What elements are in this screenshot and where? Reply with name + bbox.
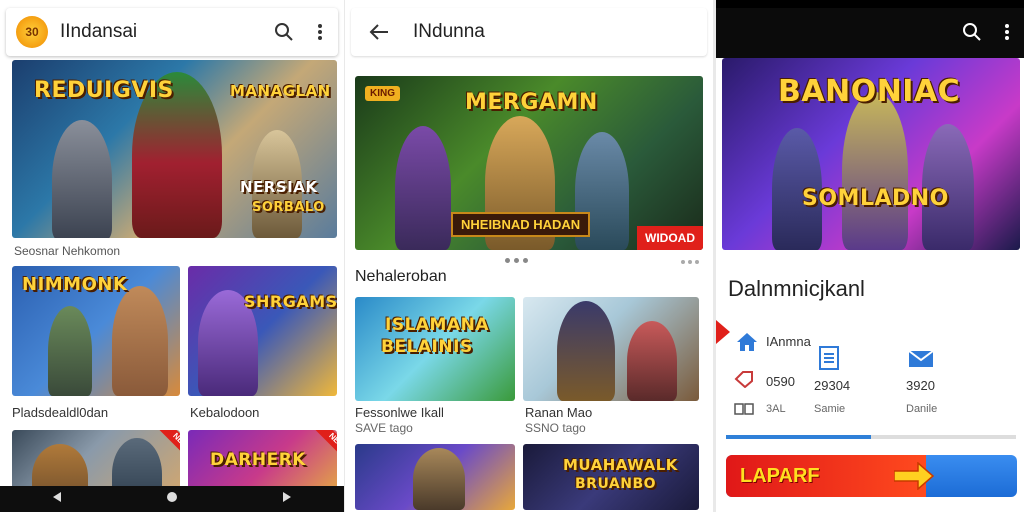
app-title: IIndansai (60, 21, 138, 42)
hero-figure (52, 120, 112, 238)
hero-figure (842, 92, 908, 250)
more-vert-icon[interactable] (302, 14, 338, 50)
hero-figure (557, 301, 615, 401)
system-nav-bar (0, 486, 344, 512)
status-bar (716, 0, 1024, 8)
install-button[interactable]: LAPARF (726, 455, 1017, 497)
more-vert-icon[interactable] (1004, 23, 1010, 46)
download-progress-fill (726, 435, 871, 439)
game-tile[interactable]: MUAHAWALK BRUANBO (523, 444, 699, 510)
tile-caption: Fessonlwe Ikall (355, 405, 444, 420)
tile-meta: SSNO tago (525, 421, 586, 435)
recents-nav-icon[interactable] (281, 490, 293, 508)
arrow-right-icon (893, 461, 935, 495)
section-title: Nehaleroban (355, 268, 447, 285)
stat-value: 29304 (814, 378, 851, 393)
app-screen-category: INdunna MERGAMN KING NHEIBNAD HADAN WIDO… (345, 0, 713, 512)
screenshot-collage: 30 IIndansai REDUIGVIS MANAGLAN NERSIAK … (0, 0, 1024, 512)
featured-banner[interactable]: MERGAMN KING NHEIBNAD HADAN WIDOAD (355, 76, 703, 250)
banner-caption: Seosnar Nehkomon (14, 244, 121, 258)
mail-icon[interactable] (908, 350, 934, 373)
featured-banner[interactable]: REDUIGVIS MANAGLAN NERSIAK SORBALO (12, 60, 337, 238)
app-bar: 30 IIndansai (6, 8, 338, 56)
banner-title: REDUIGVIS (34, 78, 174, 103)
tile-title: SHRGAMS (244, 292, 337, 311)
back-nav-icon[interactable] (51, 490, 63, 508)
banner-subtitle: SOMLADNO (802, 186, 949, 211)
hero-figure (627, 321, 677, 401)
banner-title-secondary: MANAGLAN (230, 82, 331, 100)
carousel-dots[interactable] (505, 258, 528, 263)
search-icon[interactable] (266, 14, 302, 50)
stat-value: 0590 (766, 374, 795, 389)
banner-corner-label: WIDOAD (637, 226, 703, 250)
hero-figure (48, 306, 92, 396)
download-progress (726, 435, 1016, 439)
stat-label: 3AL (766, 403, 786, 415)
tile-title: ISLAMANA (385, 315, 490, 335)
game-tile[interactable]: NIMMONK (12, 266, 180, 396)
app-bar: INdunna (351, 8, 707, 56)
app-screen-detail: BANONIAC SOMLADNO Dalnmnicjkanl IAnmna 0… (716, 0, 1024, 512)
tile-caption: Pladsdealdl0dan (12, 405, 109, 420)
game-tile[interactable] (523, 297, 699, 401)
game-tile[interactable] (355, 444, 515, 510)
banner-title: MERGAMN (465, 90, 598, 115)
stat-label: Samie (814, 403, 846, 415)
banner-badge: KING (365, 86, 400, 101)
app-bar-dark (716, 8, 1024, 58)
red-marker-icon (716, 320, 730, 344)
app-title: INdunna (413, 21, 485, 42)
stat-value: 3920 (906, 378, 935, 393)
game-tile[interactable]: ISLAMANA BELAINIS (355, 297, 515, 401)
tile-meta: SAVE tago (355, 421, 413, 435)
home-nav-icon[interactable] (166, 490, 178, 508)
banner-title: BANONIAC (778, 74, 961, 109)
tile-subtitle: BELAINIS (381, 337, 473, 357)
document-icon[interactable] (818, 346, 840, 375)
featured-banner[interactable]: BANONIAC SOMLADNO (722, 58, 1020, 250)
banner-bottom-label: NHEIBNAD HADAN (451, 212, 591, 237)
stat-label: Danile (906, 403, 938, 415)
tile-caption: Ranan Mao (525, 405, 593, 420)
hero-figure (413, 448, 465, 510)
game-tile[interactable]: SHRGAMS (188, 266, 337, 396)
app-logo[interactable]: 30 (16, 16, 48, 48)
home-icon[interactable] (736, 332, 758, 357)
grid-icon (734, 402, 754, 420)
tag-icon (734, 370, 754, 393)
tile-title: MUAHAWALK (563, 456, 678, 474)
banner-badge: NERSIAK (240, 178, 318, 196)
app-screen-home: 30 IIndansai REDUIGVIS MANAGLAN NERSIAK … (0, 0, 344, 512)
new-ribbon: NEW (310, 430, 337, 468)
detail-row-label: IAnmna (766, 334, 811, 349)
detail-heading: Dalnmnicjkanl (728, 276, 865, 301)
tile-caption: Kebalodoon (190, 405, 260, 420)
hero-figure (395, 126, 451, 250)
search-icon[interactable] (962, 22, 982, 47)
tile-subtitle: BRUANBO (575, 476, 657, 492)
tile-title: NIMMONK (22, 274, 128, 295)
back-arrow-icon[interactable] (361, 14, 397, 50)
tile-title: DARHERK (210, 450, 306, 470)
more-horiz-icon[interactable] (681, 260, 699, 264)
hero-figure (112, 286, 168, 396)
banner-badge-secondary: SORBALO (252, 200, 325, 215)
